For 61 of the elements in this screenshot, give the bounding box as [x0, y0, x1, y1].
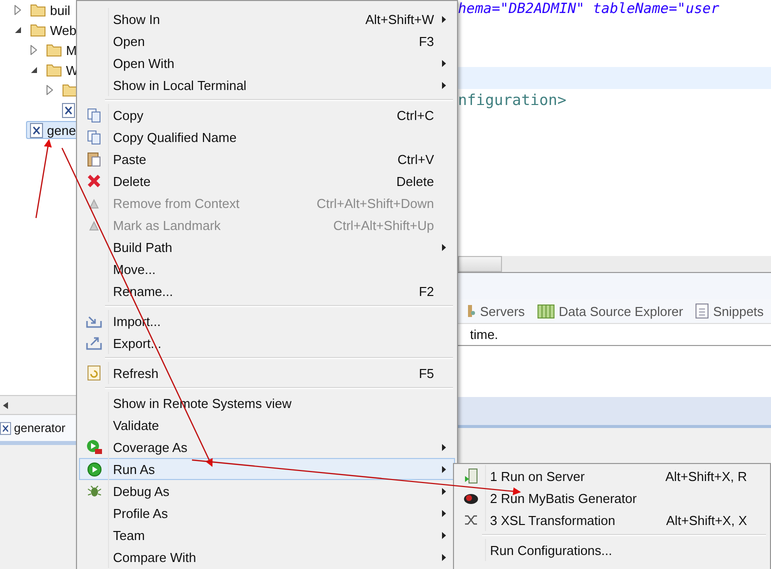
- xml-file-icon: [30, 122, 43, 138]
- menu-item[interactable]: Profile As: [79, 502, 455, 524]
- menu-item[interactable]: Refresh F5: [79, 362, 455, 384]
- menu-item[interactable]: Build Path: [79, 236, 455, 258]
- expand-arrow-icon[interactable]: [14, 5, 21, 15]
- server-icon: [466, 304, 476, 318]
- folder-icon: [30, 23, 46, 37]
- clipboard-icon: [87, 151, 101, 167]
- view-tab[interactable]: Servers: [466, 304, 525, 318]
- export-icon: [86, 336, 102, 350]
- menu-item[interactable]: Show In Alt+Shift+W: [79, 8, 455, 30]
- menu-item[interactable]: Team: [79, 524, 455, 546]
- menu-item[interactable]: Delete Delete: [79, 170, 455, 192]
- server-icon: [464, 468, 478, 484]
- collapse-arrow-icon[interactable]: [30, 66, 38, 74]
- scroll-left-icon[interactable]: [3, 402, 8, 408]
- menu-item[interactable]: 1 Run on Server Alt+Shift+X, R: [456, 465, 768, 487]
- copy-icon: [87, 108, 101, 122]
- coverage-icon: [86, 439, 102, 455]
- expand-arrow-icon[interactable]: [46, 85, 53, 95]
- snippet-icon: [695, 303, 710, 319]
- menu-item[interactable]: Validate: [79, 414, 455, 436]
- refresh-icon: [86, 365, 102, 381]
- run-icon: [86, 462, 102, 476]
- menu-item[interactable]: Paste Ctrl+V: [79, 148, 455, 170]
- menu-item[interactable]: 3 XSL Transformation Alt+Shift+X, X: [456, 509, 768, 531]
- delete-icon: [87, 174, 101, 188]
- code-line: hema="DB2ADMIN" tableName="user: [458, 0, 720, 19]
- menu-item[interactable]: Open F3: [79, 30, 455, 52]
- console-text: time.: [458, 324, 771, 346]
- menu-item[interactable]: Open With: [79, 52, 455, 74]
- scrollbar-thumb[interactable]: [458, 256, 502, 272]
- view-tab[interactable]: Data Source Explorer: [536, 303, 684, 319]
- tree-item[interactable]: Web: [26, 21, 80, 39]
- code-line: nfiguration>: [458, 90, 568, 111]
- menu-item[interactable]: Compare With: [79, 546, 455, 568]
- menu-item[interactable]: Copy Qualified Name: [79, 126, 455, 148]
- shuffle-icon: [464, 514, 478, 526]
- bug-icon: [86, 484, 102, 498]
- folder-icon: [30, 3, 46, 17]
- tree-item[interactable]: M: [42, 41, 81, 59]
- editor-tab[interactable]: generator: [0, 421, 66, 435]
- import-icon: [86, 314, 102, 328]
- menu-item[interactable]: Debug As: [79, 480, 455, 502]
- menu-item[interactable]: Run As: [79, 458, 455, 480]
- copy-icon: [87, 130, 101, 144]
- collapse-arrow-icon[interactable]: [14, 26, 22, 34]
- view-tab[interactable]: Snippets: [695, 303, 764, 319]
- folder-icon: [46, 63, 62, 77]
- folder-icon: [62, 83, 78, 97]
- horizontal-scrollbar[interactable]: [458, 256, 771, 273]
- expand-arrow-icon[interactable]: [30, 45, 37, 55]
- database-icon: [536, 303, 555, 319]
- menu-item[interactable]: 2 Run MyBatis Generator: [456, 487, 768, 509]
- folder-icon: [46, 43, 62, 57]
- menu-item[interactable]: Run Configurations...: [456, 539, 768, 561]
- tree-item[interactable]: buil: [26, 1, 74, 19]
- bird-icon: [463, 491, 479, 505]
- menu-item[interactable]: Show in Local Terminal: [79, 74, 455, 96]
- menu-item[interactable]: Copy Ctrl+C: [79, 104, 455, 126]
- xml-file-icon: [62, 102, 75, 118]
